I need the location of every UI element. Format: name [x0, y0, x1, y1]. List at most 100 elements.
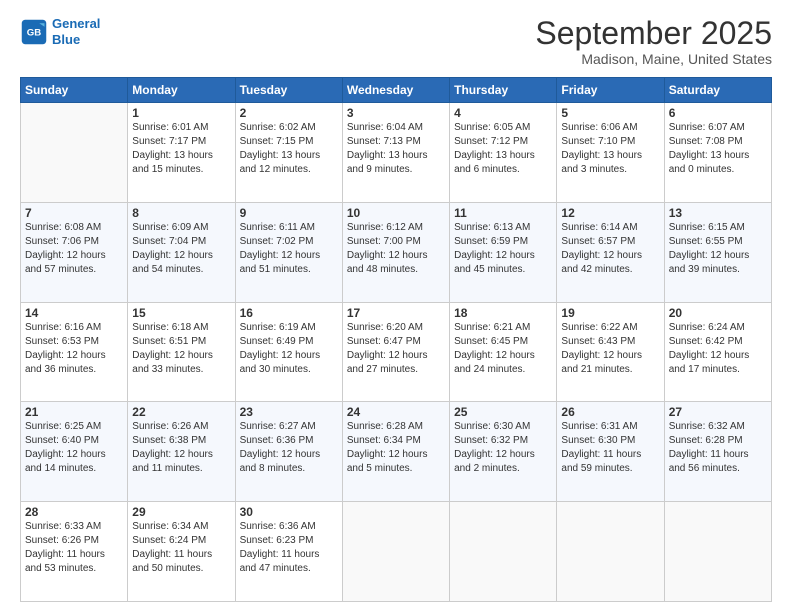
day-number: 15	[132, 306, 230, 320]
day-number: 19	[561, 306, 659, 320]
calendar-week-row: 21Sunrise: 6:25 AM Sunset: 6:40 PM Dayli…	[21, 402, 772, 502]
day-number: 22	[132, 405, 230, 419]
day-number: 2	[240, 106, 338, 120]
cell-info: Sunrise: 6:14 AM Sunset: 6:57 PM Dayligh…	[561, 221, 659, 277]
day-number: 4	[454, 106, 552, 120]
cell-info: Sunrise: 6:16 AM Sunset: 6:53 PM Dayligh…	[25, 321, 123, 377]
day-number: 5	[561, 106, 659, 120]
weekday-header: Wednesday	[342, 78, 449, 103]
logo-text: General Blue	[52, 16, 100, 47]
calendar-cell: 27Sunrise: 6:32 AM Sunset: 6:28 PM Dayli…	[664, 402, 771, 502]
calendar-cell	[342, 502, 449, 602]
calendar-cell: 22Sunrise: 6:26 AM Sunset: 6:38 PM Dayli…	[128, 402, 235, 502]
cell-info: Sunrise: 6:34 AM Sunset: 6:24 PM Dayligh…	[132, 520, 230, 576]
cell-info: Sunrise: 6:30 AM Sunset: 6:32 PM Dayligh…	[454, 420, 552, 476]
day-number: 16	[240, 306, 338, 320]
calendar-week-row: 28Sunrise: 6:33 AM Sunset: 6:26 PM Dayli…	[21, 502, 772, 602]
cell-info: Sunrise: 6:04 AM Sunset: 7:13 PM Dayligh…	[347, 121, 445, 177]
day-number: 30	[240, 505, 338, 519]
weekday-header: Monday	[128, 78, 235, 103]
day-number: 7	[25, 206, 123, 220]
day-number: 13	[669, 206, 767, 220]
cell-info: Sunrise: 6:11 AM Sunset: 7:02 PM Dayligh…	[240, 221, 338, 277]
weekday-header: Sunday	[21, 78, 128, 103]
cell-info: Sunrise: 6:28 AM Sunset: 6:34 PM Dayligh…	[347, 420, 445, 476]
location: Madison, Maine, United States	[535, 51, 772, 67]
cell-info: Sunrise: 6:26 AM Sunset: 6:38 PM Dayligh…	[132, 420, 230, 476]
cell-info: Sunrise: 6:09 AM Sunset: 7:04 PM Dayligh…	[132, 221, 230, 277]
logo-line2: Blue	[52, 32, 80, 47]
day-number: 24	[347, 405, 445, 419]
cell-info: Sunrise: 6:32 AM Sunset: 6:28 PM Dayligh…	[669, 420, 767, 476]
day-number: 27	[669, 405, 767, 419]
weekday-header: Thursday	[450, 78, 557, 103]
calendar-cell: 13Sunrise: 6:15 AM Sunset: 6:55 PM Dayli…	[664, 202, 771, 302]
cell-info: Sunrise: 6:02 AM Sunset: 7:15 PM Dayligh…	[240, 121, 338, 177]
month-title: September 2025	[535, 16, 772, 51]
calendar-cell: 20Sunrise: 6:24 AM Sunset: 6:42 PM Dayli…	[664, 302, 771, 402]
day-number: 9	[240, 206, 338, 220]
cell-info: Sunrise: 6:08 AM Sunset: 7:06 PM Dayligh…	[25, 221, 123, 277]
day-number: 8	[132, 206, 230, 220]
calendar-cell: 25Sunrise: 6:30 AM Sunset: 6:32 PM Dayli…	[450, 402, 557, 502]
calendar-cell	[664, 502, 771, 602]
cell-info: Sunrise: 6:31 AM Sunset: 6:30 PM Dayligh…	[561, 420, 659, 476]
calendar-table: SundayMondayTuesdayWednesdayThursdayFrid…	[20, 77, 772, 602]
weekday-header: Friday	[557, 78, 664, 103]
title-block: September 2025 Madison, Maine, United St…	[535, 16, 772, 67]
calendar-cell: 29Sunrise: 6:34 AM Sunset: 6:24 PM Dayli…	[128, 502, 235, 602]
day-number: 3	[347, 106, 445, 120]
calendar-week-row: 7Sunrise: 6:08 AM Sunset: 7:06 PM Daylig…	[21, 202, 772, 302]
calendar-cell: 24Sunrise: 6:28 AM Sunset: 6:34 PM Dayli…	[342, 402, 449, 502]
day-number: 21	[25, 405, 123, 419]
cell-info: Sunrise: 6:24 AM Sunset: 6:42 PM Dayligh…	[669, 321, 767, 377]
calendar-cell: 26Sunrise: 6:31 AM Sunset: 6:30 PM Dayli…	[557, 402, 664, 502]
day-number: 28	[25, 505, 123, 519]
logo-icon: GB	[20, 18, 48, 46]
cell-info: Sunrise: 6:33 AM Sunset: 6:26 PM Dayligh…	[25, 520, 123, 576]
calendar-cell: 23Sunrise: 6:27 AM Sunset: 6:36 PM Dayli…	[235, 402, 342, 502]
day-number: 1	[132, 106, 230, 120]
cell-info: Sunrise: 6:13 AM Sunset: 6:59 PM Dayligh…	[454, 221, 552, 277]
cell-info: Sunrise: 6:21 AM Sunset: 6:45 PM Dayligh…	[454, 321, 552, 377]
cell-info: Sunrise: 6:20 AM Sunset: 6:47 PM Dayligh…	[347, 321, 445, 377]
day-number: 11	[454, 206, 552, 220]
calendar-week-row: 14Sunrise: 6:16 AM Sunset: 6:53 PM Dayli…	[21, 302, 772, 402]
day-number: 14	[25, 306, 123, 320]
calendar-cell: 10Sunrise: 6:12 AM Sunset: 7:00 PM Dayli…	[342, 202, 449, 302]
weekday-header: Saturday	[664, 78, 771, 103]
cell-info: Sunrise: 6:12 AM Sunset: 7:00 PM Dayligh…	[347, 221, 445, 277]
day-number: 18	[454, 306, 552, 320]
cell-info: Sunrise: 6:18 AM Sunset: 6:51 PM Dayligh…	[132, 321, 230, 377]
day-number: 20	[669, 306, 767, 320]
day-number: 17	[347, 306, 445, 320]
page: GB General Blue September 2025 Madison, …	[0, 0, 792, 612]
calendar-cell: 5Sunrise: 6:06 AM Sunset: 7:10 PM Daylig…	[557, 103, 664, 203]
calendar-cell: 21Sunrise: 6:25 AM Sunset: 6:40 PM Dayli…	[21, 402, 128, 502]
cell-info: Sunrise: 6:22 AM Sunset: 6:43 PM Dayligh…	[561, 321, 659, 377]
day-number: 10	[347, 206, 445, 220]
calendar-cell: 1Sunrise: 6:01 AM Sunset: 7:17 PM Daylig…	[128, 103, 235, 203]
calendar-cell: 6Sunrise: 6:07 AM Sunset: 7:08 PM Daylig…	[664, 103, 771, 203]
cell-info: Sunrise: 6:25 AM Sunset: 6:40 PM Dayligh…	[25, 420, 123, 476]
calendar-cell: 11Sunrise: 6:13 AM Sunset: 6:59 PM Dayli…	[450, 202, 557, 302]
cell-info: Sunrise: 6:05 AM Sunset: 7:12 PM Dayligh…	[454, 121, 552, 177]
day-number: 6	[669, 106, 767, 120]
calendar-cell: 7Sunrise: 6:08 AM Sunset: 7:06 PM Daylig…	[21, 202, 128, 302]
calendar-cell: 2Sunrise: 6:02 AM Sunset: 7:15 PM Daylig…	[235, 103, 342, 203]
svg-text:GB: GB	[27, 27, 41, 38]
calendar-cell: 17Sunrise: 6:20 AM Sunset: 6:47 PM Dayli…	[342, 302, 449, 402]
cell-info: Sunrise: 6:06 AM Sunset: 7:10 PM Dayligh…	[561, 121, 659, 177]
cell-info: Sunrise: 6:36 AM Sunset: 6:23 PM Dayligh…	[240, 520, 338, 576]
calendar-cell: 30Sunrise: 6:36 AM Sunset: 6:23 PM Dayli…	[235, 502, 342, 602]
calendar-cell: 8Sunrise: 6:09 AM Sunset: 7:04 PM Daylig…	[128, 202, 235, 302]
cell-info: Sunrise: 6:27 AM Sunset: 6:36 PM Dayligh…	[240, 420, 338, 476]
calendar-cell: 18Sunrise: 6:21 AM Sunset: 6:45 PM Dayli…	[450, 302, 557, 402]
calendar-cell	[557, 502, 664, 602]
cell-info: Sunrise: 6:07 AM Sunset: 7:08 PM Dayligh…	[669, 121, 767, 177]
calendar-cell: 14Sunrise: 6:16 AM Sunset: 6:53 PM Dayli…	[21, 302, 128, 402]
calendar-header-row: SundayMondayTuesdayWednesdayThursdayFrid…	[21, 78, 772, 103]
calendar-cell: 3Sunrise: 6:04 AM Sunset: 7:13 PM Daylig…	[342, 103, 449, 203]
cell-info: Sunrise: 6:19 AM Sunset: 6:49 PM Dayligh…	[240, 321, 338, 377]
calendar-week-row: 1Sunrise: 6:01 AM Sunset: 7:17 PM Daylig…	[21, 103, 772, 203]
